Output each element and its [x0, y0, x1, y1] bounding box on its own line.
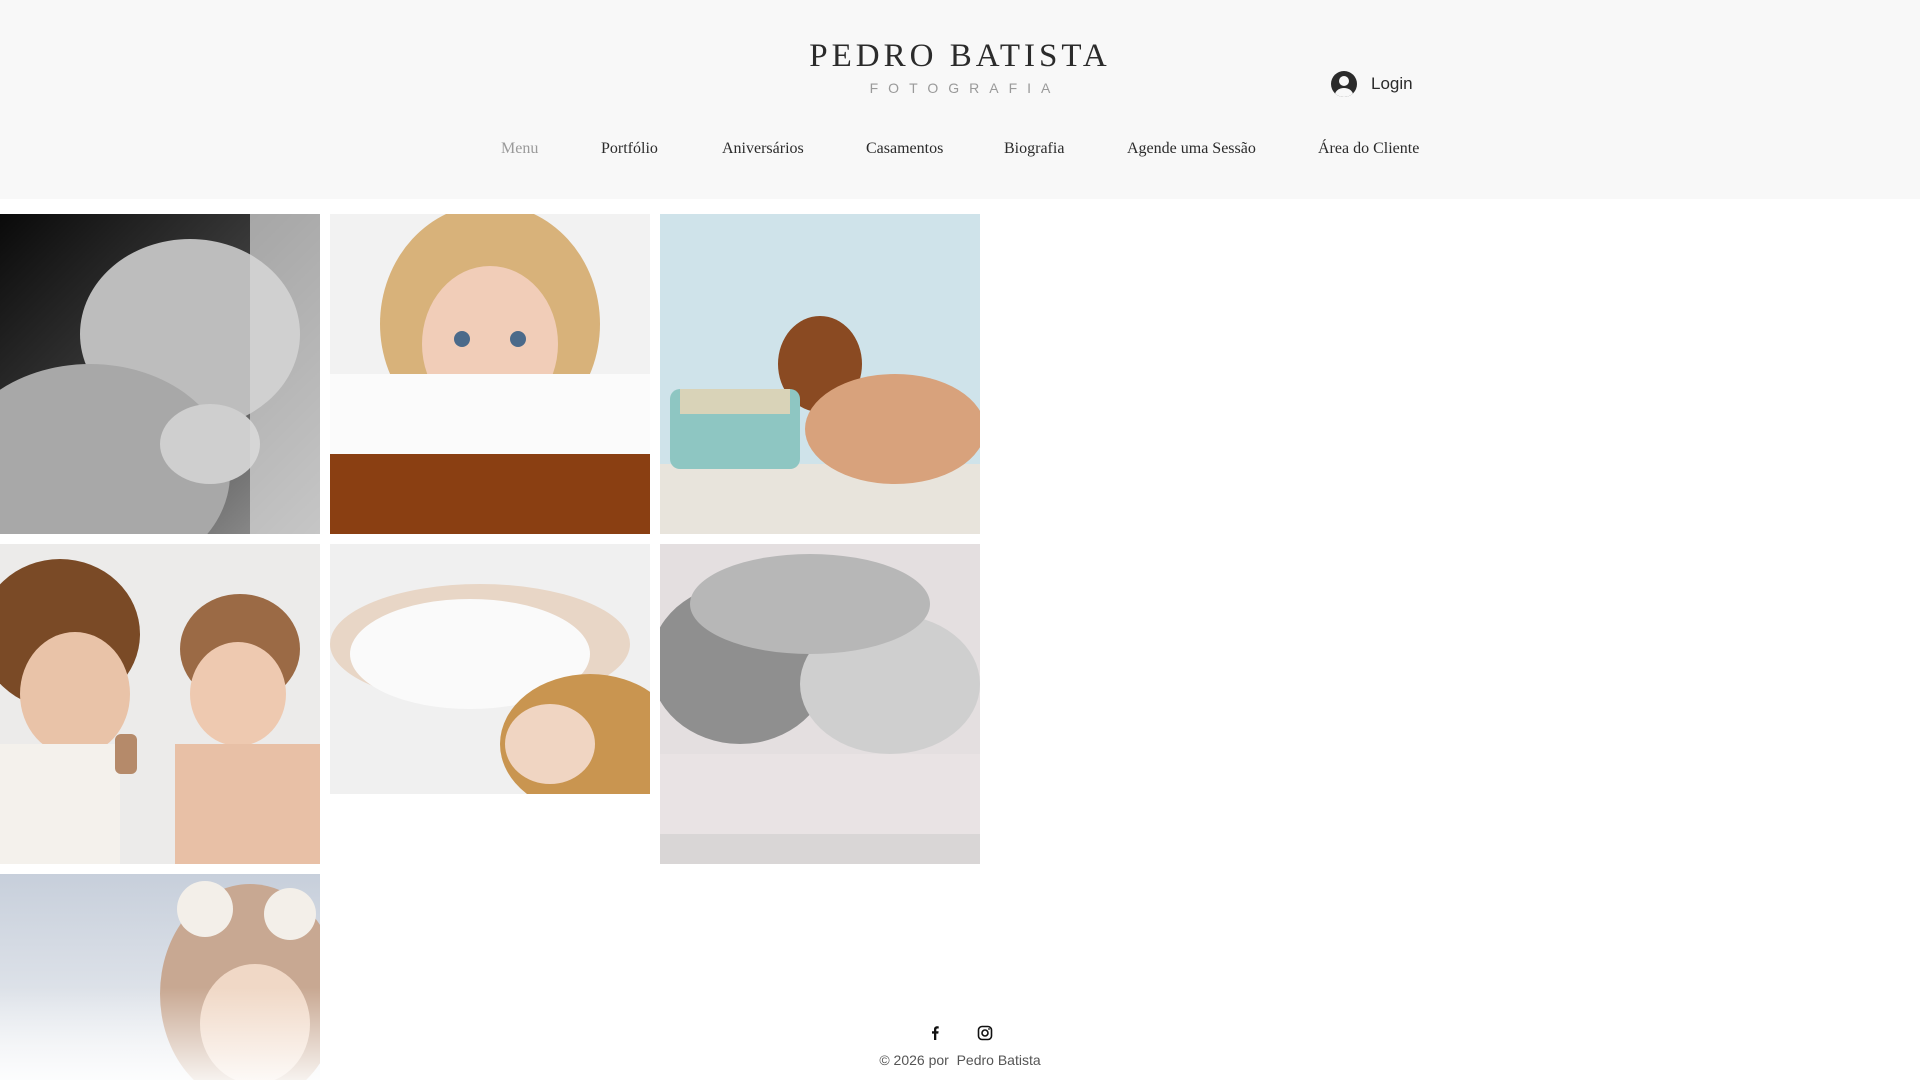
- login-button[interactable]: Login: [1331, 69, 1413, 99]
- photo-typewriter: [660, 214, 980, 534]
- brand: PEDRO BATISTA FOTOGRAFIA: [0, 36, 1920, 96]
- login-label: Login: [1371, 74, 1413, 93]
- site-subtitle: FOTOGRAFIA: [869, 80, 1061, 96]
- instagram-icon[interactable]: [975, 1023, 995, 1043]
- gallery-photo-2[interactable]: [330, 214, 650, 534]
- nav-item-area-cliente[interactable]: Área do Cliente: [1318, 140, 1419, 158]
- site-title[interactable]: PEDRO BATISTA: [0, 36, 1920, 76]
- photo-newborn: [0, 214, 320, 534]
- facebook-icon[interactable]: [925, 1023, 945, 1043]
- site-footer: © 2026 por Pedro Batista: [0, 1020, 1920, 1068]
- photo-blonde-girl: [330, 214, 650, 534]
- copyright-text: © 2026 por Pedro Batista: [879, 1052, 1041, 1068]
- gallery-photo-1[interactable]: [0, 214, 320, 534]
- photo-gallery: [0, 214, 980, 1080]
- nav-item-biografia[interactable]: Biografia: [1004, 140, 1064, 158]
- photo-sleeping-mono: [660, 544, 980, 864]
- nav-item-casamentos[interactable]: Casamentos: [866, 140, 943, 158]
- nav-item-menu[interactable]: Menu: [501, 140, 538, 158]
- social-links: [0, 1020, 1920, 1046]
- nav-item-agende[interactable]: Agende uma Sessão: [1127, 140, 1256, 158]
- photo-woman-bed: [330, 544, 650, 864]
- main-nav: Menu Portfólio Aniversários Casamentos B…: [0, 136, 1920, 166]
- gallery-photo-6[interactable]: [660, 544, 980, 864]
- site-header: PEDRO BATISTA FOTOGRAFIA Login Menu Port…: [0, 0, 1920, 199]
- user-avatar-icon: [1331, 71, 1357, 97]
- nav-item-aniversarios[interactable]: Aniversários: [722, 140, 804, 158]
- nav-item-portfolio[interactable]: Portfólio: [601, 140, 658, 158]
- gallery-photo-5[interactable]: [330, 544, 650, 864]
- photo-two-children: [0, 544, 320, 864]
- gallery-photo-4[interactable]: [0, 544, 320, 864]
- gallery-photo-3[interactable]: [660, 214, 980, 534]
